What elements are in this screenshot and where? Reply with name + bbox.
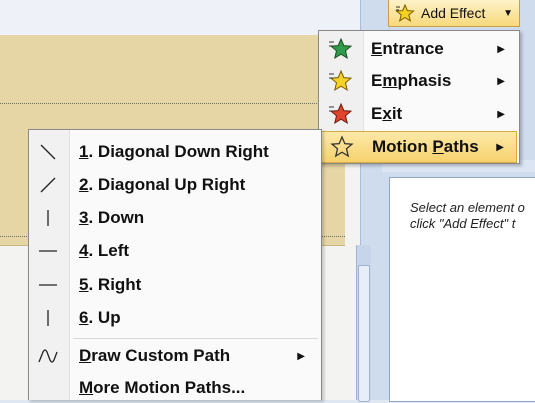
placeholder-border-top (0, 103, 345, 104)
menu-item-diagonal-up-right[interactable]: 2. Diagonal Up Right (29, 170, 319, 200)
green-star-icon (329, 37, 353, 60)
menu-item-label: 4. Left (79, 241, 130, 260)
menu-item-emphasis[interactable]: Emphasis ▶ (321, 65, 517, 97)
menu-item-label: Motion Paths (372, 137, 479, 156)
submenu-arrow-icon: ▶ (497, 43, 505, 55)
menu-item-label: 5. Right (79, 275, 142, 294)
menu-item-entrance[interactable]: Entrance ▶ (321, 33, 517, 65)
menu-item-label: Draw Custom Path (79, 346, 231, 365)
pane-hint: Select an element o click "Add Effect" t (410, 200, 535, 232)
menu-item-label: 6. Up (79, 308, 121, 327)
pane-hint-line-1: Select an element o (410, 200, 525, 215)
menu-item-label: 3. Down (79, 208, 145, 227)
effects-menu: Entrance ▶ Emphasis ▶ Exit ▶ Motion Path… (318, 30, 520, 164)
submenu-arrow-icon: ▶ (297, 350, 305, 362)
pane-hint-line-2: click "Add Effect" t (410, 216, 516, 231)
scrollbar-thumb[interactable] (358, 265, 370, 402)
dropdown-arrow-icon: ▼ (503, 7, 513, 19)
menu-item-down[interactable]: 3. Down (29, 203, 319, 233)
menu-item-label: Entrance (371, 39, 444, 58)
add-effect-label: Add Effect (421, 5, 486, 21)
up-line-icon (47, 310, 49, 326)
outline-star-icon (330, 135, 354, 158)
menu-item-label: More Motion Paths... (79, 378, 246, 397)
submenu-arrow-icon: ▶ (496, 141, 504, 153)
slide-top-strip (0, 0, 360, 35)
menu-item-exit[interactable]: Exit ▶ (321, 98, 517, 130)
menu-item-diagonal-down-right[interactable]: 1. Diagonal Down Right (29, 137, 319, 167)
menu-item-label: Emphasis (371, 71, 452, 90)
menu-item-left[interactable]: 4. Left (29, 236, 319, 266)
motion-paths-menu: 1. Diagonal Down Right 2. Diagonal Up Ri… (28, 129, 322, 400)
menu-item-draw-custom-path[interactable]: Draw Custom Path ▶ (29, 341, 319, 371)
submenu-arrow-icon: ▶ (497, 75, 505, 87)
custom-path-icon (38, 349, 58, 363)
menu-item-motion-paths[interactable]: Motion Paths ▶ (321, 131, 517, 163)
red-star-icon (329, 102, 353, 125)
menu-item-label: 1. Diagonal Down Right (79, 142, 269, 161)
menu-item-right[interactable]: 5. Right (29, 270, 319, 300)
diagonal-up-right-icon (40, 177, 56, 193)
star-icon (395, 3, 415, 22)
menu-item-label: Exit (371, 104, 403, 123)
down-line-icon (47, 210, 49, 226)
menu-item-more-motion-paths[interactable]: More Motion Paths... (29, 373, 319, 403)
left-line-icon (39, 250, 57, 252)
right-line-icon (39, 284, 57, 286)
submenu-arrow-icon: ▶ (497, 108, 505, 120)
menu-item-label: 2. Diagonal Up Right (79, 175, 246, 194)
diagonal-down-right-icon (40, 144, 56, 160)
menu-item-up[interactable]: 6. Up (29, 303, 319, 333)
menu-separator (73, 338, 318, 339)
yellow-star-icon (329, 69, 353, 92)
add-effect-button[interactable]: Add Effect ▼ (388, 0, 520, 27)
